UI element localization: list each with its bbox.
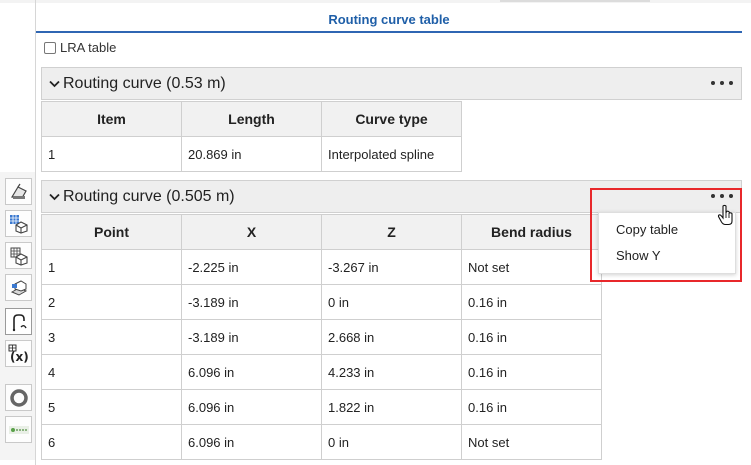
svg-text:(x): (x) — [10, 350, 29, 364]
table-row: 1 -2.225 in -3.267 in Not set — [41, 249, 602, 285]
app-logo-icon — [8, 425, 29, 434]
table-cell: -3.189 in — [181, 284, 322, 320]
column-header: Point — [41, 214, 182, 250]
table-cell: -2.225 in — [181, 249, 322, 285]
section-title: Routing curve (0.505 m) — [63, 187, 235, 205]
drawing-icon — [10, 279, 27, 296]
column-header: Curve type — [321, 101, 462, 137]
table-cell: -3.267 in — [321, 249, 462, 285]
table-cell: 20.869 in — [181, 136, 322, 172]
column-header: Bend radius — [461, 214, 602, 250]
section-title: Routing curve (0.53 m) — [63, 74, 226, 92]
table-cell: Interpolated spline — [321, 136, 462, 172]
table-header-row: Point X Z Bend radius — [41, 214, 602, 250]
table-cell: 6.096 in — [181, 424, 322, 460]
table-cell: 4 — [41, 354, 182, 390]
table-cell: 3 — [41, 319, 182, 355]
chevron-down-icon[interactable] — [45, 80, 63, 88]
table-cell: 0 in — [321, 424, 462, 460]
column-header: Item — [41, 101, 182, 137]
table-cell: 6.096 in — [181, 354, 322, 390]
drawing-tool[interactable] — [5, 274, 32, 301]
table-cell: 1.822 in — [321, 389, 462, 425]
chevron-down-icon[interactable] — [45, 193, 63, 201]
panel-title: Routing curve table — [36, 6, 742, 33]
table-cell: 0.16 in — [461, 319, 602, 355]
highlight-box — [590, 188, 742, 282]
ring-tool[interactable] — [5, 384, 32, 411]
table-row: 3 -3.189 in 2.668 in 0.16 in — [41, 319, 602, 355]
more-options-icon[interactable] — [711, 77, 733, 89]
routing-curve-tool[interactable] — [5, 308, 32, 335]
variable-tool[interactable]: (x) — [5, 340, 32, 367]
section-header-curve-1[interactable]: Routing curve (0.53 m) — [41, 67, 742, 100]
table-header-row: Item Length Curve type — [41, 101, 462, 137]
table-cell: 6.096 in — [181, 389, 322, 425]
table-cell: 0.16 in — [461, 284, 602, 320]
table-cell: 1 — [41, 249, 182, 285]
frame-icon — [9, 214, 28, 234]
table-cell: 1 — [41, 136, 182, 172]
table-cell: 0.16 in — [461, 389, 602, 425]
table-row: 6 6.096 in 0 in Not set — [41, 424, 602, 460]
table-row: 1 20.869 in Interpolated spline — [41, 136, 462, 172]
frame-table-icon — [10, 247, 28, 266]
checkbox-box[interactable] — [44, 41, 56, 54]
table-row: 4 6.096 in 4.233 in 0.16 in — [41, 354, 602, 390]
right-toolbar: (x) — [0, 172, 36, 460]
lra-table-label: LRA table — [60, 40, 117, 55]
table-cell: -3.189 in — [181, 319, 322, 355]
frame-table-tool[interactable] — [5, 242, 32, 269]
table-cell: 4.233 in — [321, 354, 462, 390]
column-header: X — [181, 214, 322, 250]
table-cell: 0 in — [321, 284, 462, 320]
table-cell: Not set — [461, 424, 602, 460]
routing-curve-icon — [12, 313, 27, 331]
table-cell: 2.668 in — [321, 319, 462, 355]
table-cell: 5 — [41, 389, 182, 425]
curve-1-table: Item Length Curve type 1 20.869 in Inter… — [41, 101, 462, 172]
table-cell: 6 — [41, 424, 182, 460]
curve-2-table: Point X Z Bend radius 1 -2.225 in -3.267… — [41, 214, 602, 460]
table-cell: 2 — [41, 284, 182, 320]
sheet-metal-tool[interactable] — [5, 178, 32, 205]
hand-cursor-icon — [717, 204, 733, 226]
table-row: 5 6.096 in 1.822 in 0.16 in — [41, 389, 602, 425]
frame-tool[interactable] — [5, 210, 32, 237]
sheet-metal-icon — [10, 183, 27, 199]
app-tool[interactable] — [5, 416, 32, 443]
column-header: Length — [181, 101, 322, 137]
column-header: Z — [321, 214, 462, 250]
table-row: 2 -3.189 in 0 in 0.16 in — [41, 284, 602, 320]
lra-table-checkbox[interactable]: LRA table — [44, 40, 116, 55]
variable-icon: (x) — [8, 344, 29, 364]
table-cell: 0.16 in — [461, 354, 602, 390]
ring-icon — [9, 388, 28, 407]
table-cell: Not set — [461, 249, 602, 285]
